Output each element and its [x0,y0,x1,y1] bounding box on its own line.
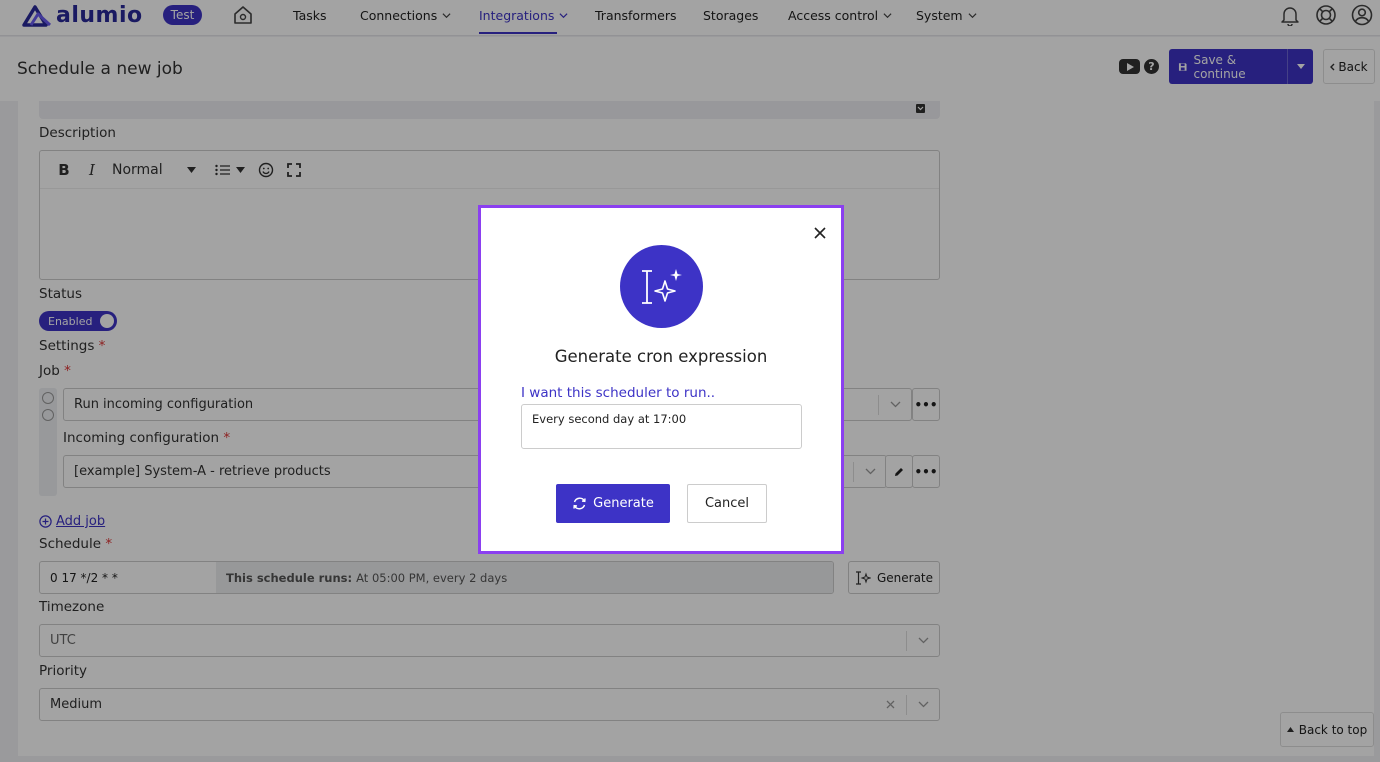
schedule-description-input[interactable]: Every second day at 17:00 [521,404,802,449]
generate-cron-dialog: Generate cron expression I want this sch… [478,205,844,554]
dialog-title: Generate cron expression [554,347,768,366]
generate-button[interactable]: Generate [556,484,670,523]
cancel-button[interactable]: Cancel [687,484,767,523]
ai-text-sparkle-icon [641,268,682,304]
close-icon[interactable] [811,224,829,242]
generate-button-label: Generate [593,496,654,511]
dialog-prompt-label: I want this scheduler to run.. [521,385,716,401]
ai-sparkle-badge [620,245,703,328]
refresh-icon [573,497,586,510]
